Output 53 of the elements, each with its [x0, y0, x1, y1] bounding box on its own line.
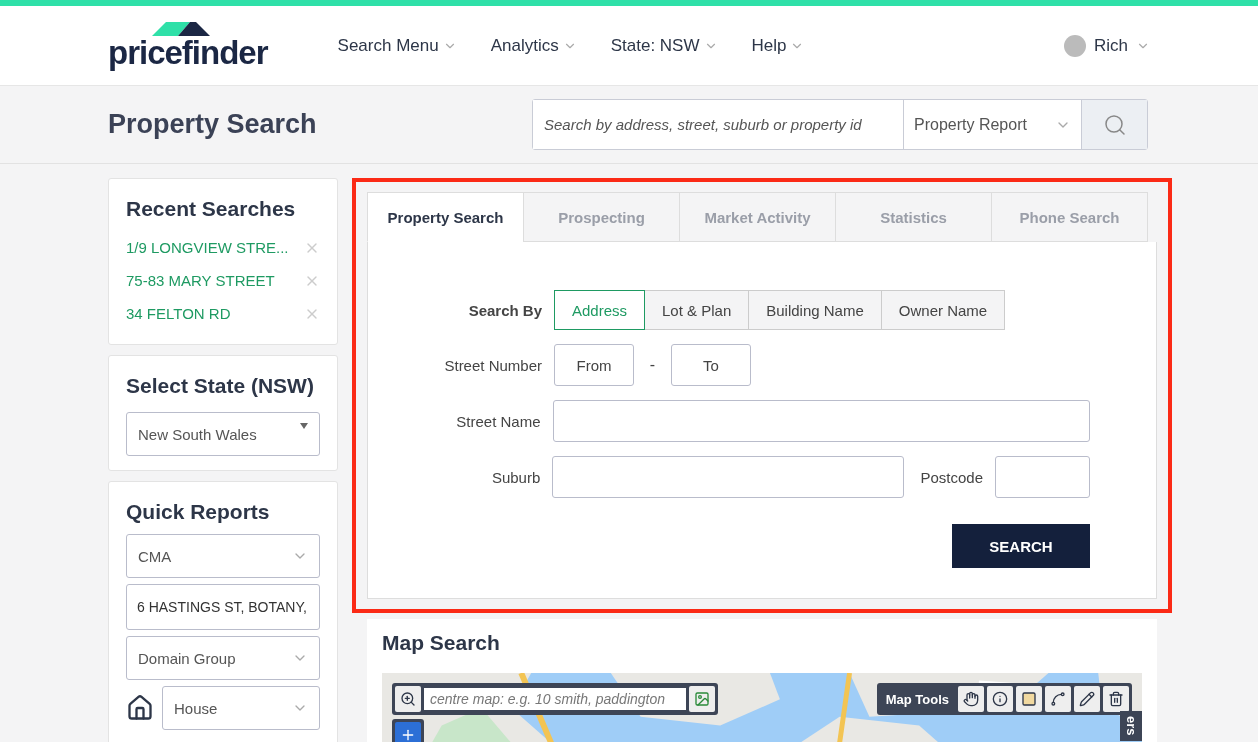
field-label: Postcode — [919, 468, 984, 486]
address-field[interactable]: 6 HASTINGS ST, BOTANY, — [126, 584, 320, 630]
avatar-icon — [1064, 34, 1086, 57]
provider-select[interactable]: Domain Group — [126, 636, 320, 680]
field-label: Suburb — [490, 468, 542, 486]
segment-button[interactable]: Building Name — [748, 290, 882, 330]
segment-button[interactable]: Address — [554, 290, 646, 330]
page-title: Property Search — [108, 109, 317, 140]
logo: pricefinder — [108, 36, 268, 69]
trash-icon[interactable] — [1103, 686, 1129, 712]
search-bar[interactable]: Search by address, street, suburb or property id Property Report — [532, 99, 1148, 150]
card-title: Recent Searches — [126, 197, 297, 221]
segment-button[interactable]: Owner Name — [880, 290, 1006, 330]
hand-icon[interactable] — [958, 686, 984, 712]
separator: - — [648, 356, 657, 374]
recent-search-link[interactable]: 1/9 LONGVIEW STRE... — [126, 239, 289, 256]
map-tools-label: Map Tools — [884, 691, 950, 707]
nav-menu[interactable]: Search Menu — [337, 35, 457, 56]
tab[interactable]: Property Search — [367, 192, 524, 242]
to-field[interactable]: To — [671, 344, 751, 386]
zoom-icon[interactable] — [395, 686, 421, 712]
zoom-in-icon[interactable] — [395, 722, 421, 742]
state-select[interactable]: New South Wales — [126, 412, 320, 456]
polygon-icon[interactable] — [1016, 686, 1042, 712]
nav-menu[interactable]: Help — [751, 35, 805, 56]
search-icon — [1102, 112, 1127, 137]
search-button[interactable]: SEARCH — [952, 524, 1090, 568]
segment-button[interactable]: Lot & Plan — [644, 290, 750, 330]
centre-map-field[interactable]: centre map: e.g. 10 smith, paddington — [424, 688, 686, 710]
dropdown-arrow-icon — [300, 423, 308, 429]
nav-menu[interactable]: State: NSW — [610, 35, 718, 56]
house-icon — [126, 694, 154, 722]
card-title: Select State (NSW) — [126, 374, 315, 398]
recent-search-link[interactable]: 75-83 MARY STREET — [126, 272, 275, 289]
report-select[interactable]: CMA — [126, 534, 320, 578]
suburb-field[interactable] — [552, 456, 904, 498]
user-menu[interactable]: Rich — [1064, 34, 1150, 57]
search-button[interactable] — [1081, 100, 1147, 149]
nav-menu[interactable]: Analytics — [490, 35, 577, 56]
field-label: Street Name — [455, 412, 542, 430]
info-icon[interactable] — [987, 686, 1013, 712]
field-label: Street Number — [443, 356, 543, 374]
property-type-select[interactable]: House — [162, 686, 320, 730]
street-name-field[interactable] — [552, 400, 1090, 442]
layers-tab[interactable]: ers — [1120, 711, 1142, 741]
field-label: Search By — [467, 301, 543, 319]
section-title: Map Search — [382, 631, 501, 655]
from-field[interactable]: From — [554, 344, 634, 386]
pencil-icon[interactable] — [1074, 686, 1100, 712]
image-icon[interactable] — [689, 686, 715, 712]
card-title: Quick Reports — [126, 500, 271, 524]
recent-search-link[interactable]: 34 FELTON RD — [126, 305, 231, 322]
postcode-field[interactable] — [995, 456, 1090, 498]
